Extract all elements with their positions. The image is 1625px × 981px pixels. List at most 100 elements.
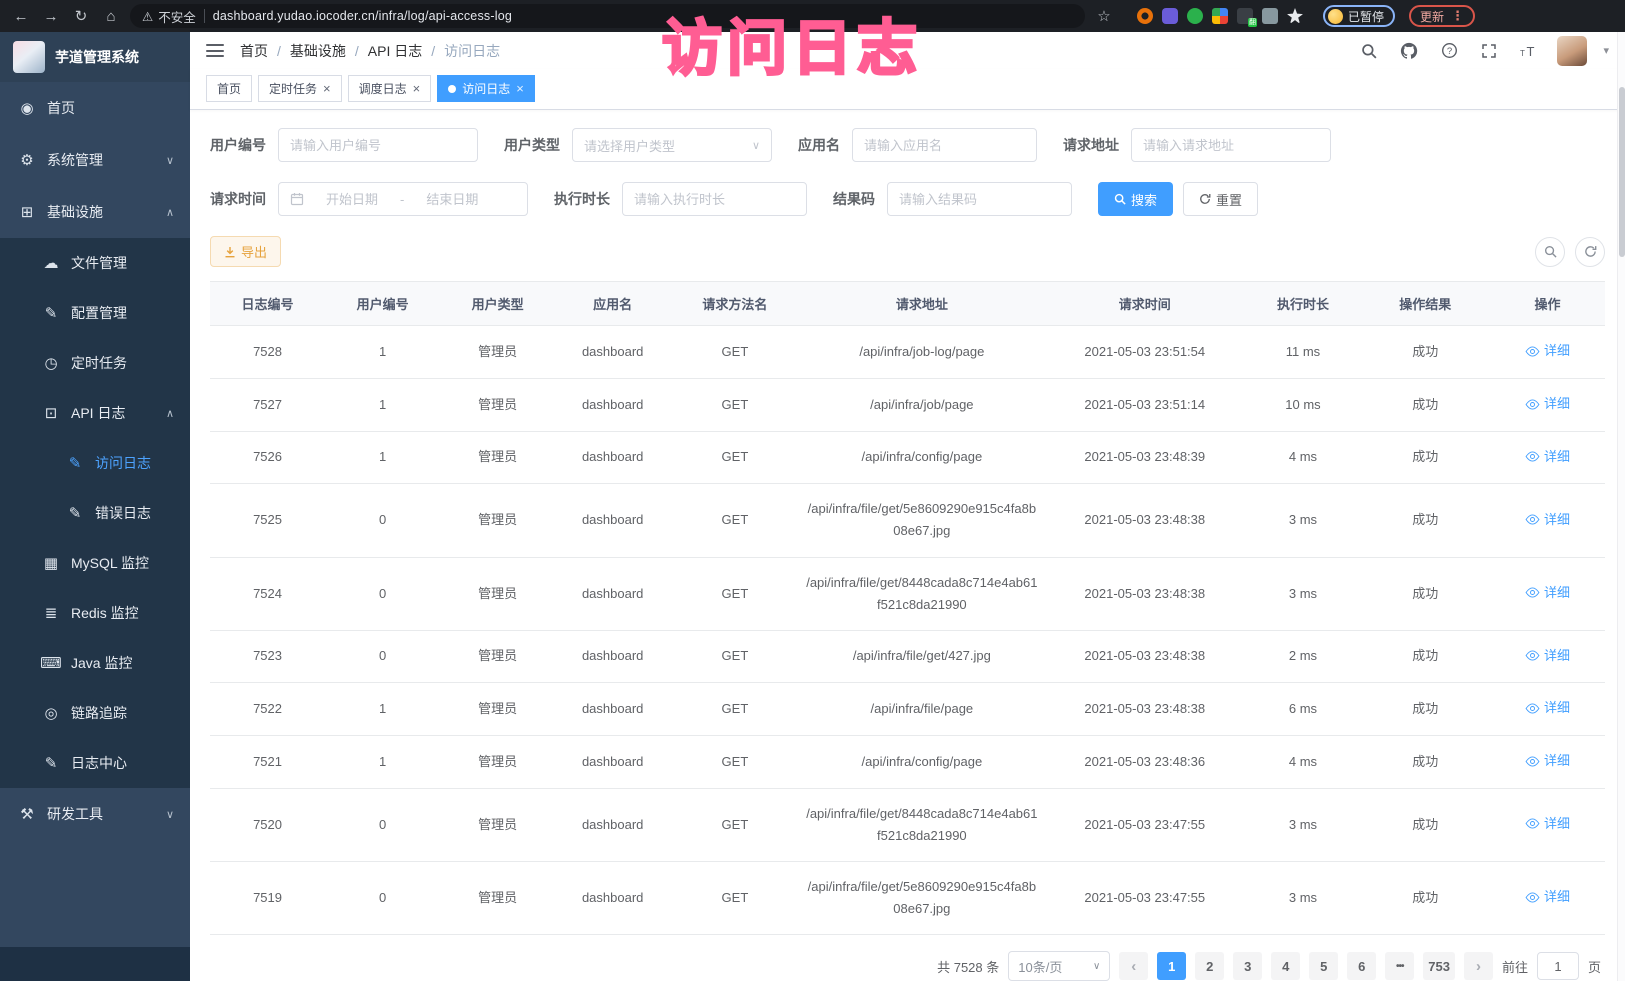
breadcrumb-item[interactable]: API 日志	[368, 41, 422, 61]
font-size-icon[interactable]: TT	[1517, 39, 1541, 63]
address-bar[interactable]: ⚠ 不安全 dashboard.yudao.iocoder.cn/infra/l…	[130, 4, 1085, 28]
cell-user-type: 管理员	[440, 484, 555, 557]
page-button-last[interactable]: 753	[1423, 952, 1455, 980]
sidebar-item-api-log[interactable]: ⊡ API 日志 ∧	[0, 388, 190, 438]
sidebar-item-file-manage[interactable]: ☁ 文件管理	[0, 238, 190, 288]
reset-button[interactable]: 重置	[1183, 182, 1258, 216]
ext-icon-star[interactable]	[1287, 8, 1303, 24]
cell-method: GET	[670, 484, 799, 557]
more-pages-button[interactable]: •••	[1385, 952, 1414, 980]
page-button-6[interactable]: 6	[1347, 952, 1376, 980]
tab-access-log[interactable]: 访问日志 ×	[437, 75, 535, 102]
ext-icon-squares[interactable]	[1212, 8, 1228, 24]
breadcrumb-item[interactable]: 基础设施	[290, 41, 346, 61]
table-toolbar: 导出	[210, 236, 1605, 267]
prev-page-button[interactable]: ‹	[1119, 952, 1148, 980]
reset-button-label: 重置	[1216, 190, 1242, 209]
ext-icon-orange[interactable]	[1137, 8, 1153, 24]
refresh-table-button[interactable]	[1575, 237, 1605, 267]
goto-page-input[interactable]	[1537, 952, 1579, 980]
request-url-input[interactable]	[1143, 138, 1319, 153]
sidebar-item-error-log[interactable]: ✎ 错误日志	[0, 488, 190, 538]
end-date-input[interactable]	[411, 192, 493, 207]
sidebar-item-trace[interactable]: ◎ 链路追踪	[0, 688, 190, 738]
detail-link[interactable]: 详细	[1525, 582, 1570, 604]
app-name-input[interactable]	[864, 138, 1025, 153]
browser-update-button[interactable]: 更新 ⋮	[1409, 5, 1475, 27]
sidebar-item-system[interactable]: ⚙ 系统管理 ∨	[0, 134, 190, 186]
detail-link[interactable]: 详细	[1525, 813, 1570, 835]
github-icon[interactable]	[1397, 39, 1421, 63]
help-icon[interactable]: ?	[1437, 39, 1461, 63]
sidebar-item-access-log[interactable]: ✎ 访问日志	[0, 438, 190, 488]
ext-icon-shield[interactable]	[1162, 8, 1178, 24]
detail-link[interactable]: 详细	[1525, 393, 1570, 415]
toggle-search-button[interactable]	[1535, 237, 1565, 267]
page-size-select[interactable]: 10条/页 ∨	[1008, 951, 1110, 981]
ext-icon-green[interactable]	[1187, 8, 1203, 24]
cell-user-id: 1	[325, 735, 440, 788]
fullscreen-icon[interactable]	[1477, 39, 1501, 63]
user-avatar[interactable]	[1557, 36, 1587, 66]
detail-link[interactable]: 详细	[1525, 340, 1570, 362]
detail-link[interactable]: 详细	[1525, 446, 1570, 468]
close-icon[interactable]: ×	[413, 82, 421, 95]
tab-schedule-log[interactable]: 调度日志 ×	[348, 75, 432, 102]
browser-home-button[interactable]: ⌂	[100, 5, 122, 27]
next-page-button[interactable]: ›	[1464, 952, 1493, 980]
detail-link[interactable]: 详细	[1525, 886, 1570, 908]
export-button[interactable]: 导出	[210, 236, 281, 267]
detail-link[interactable]: 详细	[1525, 645, 1570, 667]
tab-scheduled-job[interactable]: 定时任务 ×	[258, 75, 342, 102]
user-type-select[interactable]: 请选择用户类型 ∨	[572, 128, 772, 162]
breadcrumb-item[interactable]: 首页	[240, 41, 268, 61]
search-icon[interactable]	[1357, 39, 1381, 63]
sidebar-item-java-monitor[interactable]: ⌨ Java 监控	[0, 638, 190, 688]
hamburger-icon[interactable]	[206, 44, 224, 57]
sidebar-item-config-manage[interactable]: ✎ 配置管理	[0, 288, 190, 338]
sidebar-item-infra[interactable]: ⊞ 基础设施 ∧	[0, 186, 190, 238]
user-id-input[interactable]	[290, 138, 466, 153]
start-date-input[interactable]	[311, 192, 393, 207]
sidebar-item-label: 系统管理	[47, 150, 103, 170]
sidebar-item-home[interactable]: ◉ 首页	[0, 82, 190, 134]
scrollbar-thumb[interactable]	[1619, 87, 1625, 257]
sidebar-item-dev-tools[interactable]: ⚒ 研发工具 ∨	[0, 788, 190, 840]
page-button-5[interactable]: 5	[1309, 952, 1338, 980]
page-button-4[interactable]: 4	[1271, 952, 1300, 980]
tab-home[interactable]: 首页	[206, 75, 252, 102]
detail-link[interactable]: 详细	[1525, 697, 1570, 719]
browser-forward-button[interactable]: →	[40, 5, 62, 27]
date-range-picker[interactable]: -	[278, 182, 528, 216]
browser-back-button[interactable]: ←	[10, 5, 32, 27]
result-code-input[interactable]	[899, 192, 1060, 207]
detail-link[interactable]: 详细	[1525, 509, 1570, 531]
detail-link[interactable]: 详细	[1525, 750, 1570, 772]
sidebar-logo[interactable]: 芋道管理系统	[0, 32, 190, 82]
scrollbar[interactable]	[1617, 32, 1625, 981]
cell-user-id: 1	[325, 379, 440, 432]
page-button-3[interactable]: 3	[1233, 952, 1262, 980]
chevron-down-icon[interactable]: ▾	[1603, 44, 1609, 57]
sidebar-item-redis-monitor[interactable]: ≣ Redis 监控	[0, 588, 190, 638]
close-icon[interactable]: ×	[323, 82, 331, 95]
search-icon	[1544, 245, 1557, 258]
security-indicator[interactable]: ⚠ 不安全	[142, 7, 196, 26]
close-icon[interactable]: ×	[516, 82, 524, 95]
ext-icon-translate[interactable]: 翻	[1237, 8, 1253, 24]
sidebar-item-mysql-monitor[interactable]: ▦ MySQL 监控	[0, 538, 190, 588]
browser-profile-pill[interactable]: 已暂停	[1323, 5, 1395, 27]
table-row: 7525 0 管理员 dashboard GET /api/infra/file…	[210, 484, 1605, 557]
page-button-1[interactable]: 1	[1157, 952, 1186, 980]
page-button-2[interactable]: 2	[1195, 952, 1224, 980]
access-log-table: 日志编号 用户编号 用户类型 应用名 请求方法名 请求地址 请求时间 执行时长 …	[210, 281, 1605, 935]
ext-icon-gray[interactable]	[1262, 8, 1278, 24]
bookmark-star-icon[interactable]: ☆	[1093, 5, 1115, 27]
tab-label: 访问日志	[462, 80, 510, 97]
search-button[interactable]: 搜索	[1098, 182, 1173, 216]
browser-reload-button[interactable]: ↻	[70, 5, 92, 27]
duration-input[interactable]	[634, 192, 795, 207]
sidebar-item-scheduled-job[interactable]: ◷ 定时任务	[0, 338, 190, 388]
sidebar-item-log-center[interactable]: ✎ 日志中心	[0, 738, 190, 788]
browser-menu-icon[interactable]: ⋮	[1451, 8, 1464, 24]
